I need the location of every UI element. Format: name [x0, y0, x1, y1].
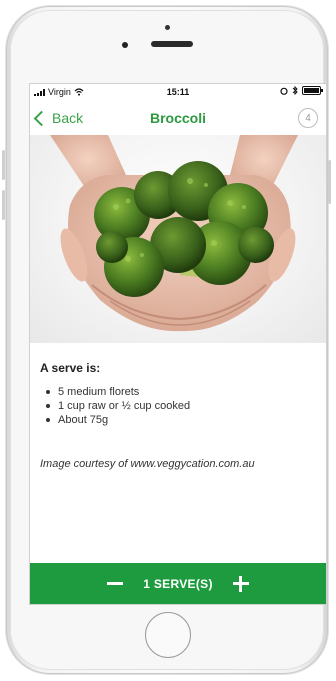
volume-button	[2, 150, 5, 180]
serve-count-label: 1 SERVE(S)	[143, 576, 213, 591]
front-camera	[122, 42, 128, 48]
navigation-bar: Back Broccoli 4	[30, 101, 326, 136]
serve-heading: A serve is:	[40, 361, 101, 375]
count-badge[interactable]: 4	[298, 108, 318, 128]
broccoli-in-hands-image	[50, 135, 298, 332]
volume-button	[2, 190, 5, 220]
status-right	[280, 86, 323, 95]
power-button	[328, 160, 331, 204]
battery-icon	[302, 86, 323, 95]
broccoli-photo	[30, 135, 326, 343]
status-bar: Virgin 15:11	[30, 84, 326, 101]
page-title: Broccoli	[149, 110, 206, 126]
serve-list: 5 medium florets 1 cup raw or ½ cup cook…	[40, 385, 190, 427]
alarm-icon	[280, 87, 288, 95]
serve-details: A serve is: 5 medium florets 1 cup raw o…	[30, 343, 326, 563]
app-screen: Virgin 15:11 Back Broccoli 4 A serve is:…	[30, 84, 326, 604]
earpiece-speaker	[151, 41, 193, 47]
list-item: 1 cup raw or ½ cup cooked	[40, 399, 190, 413]
minus-icon[interactable]	[107, 582, 124, 585]
list-item: 5 medium florets	[40, 385, 190, 399]
home-button[interactable]	[145, 612, 191, 658]
image-credit: Image courtesy of www.veggycation.com.au	[40, 458, 255, 470]
proximity-sensor	[165, 25, 170, 30]
bluetooth-icon	[292, 86, 298, 95]
plus-icon[interactable]	[232, 575, 249, 592]
list-item: About 75g	[40, 413, 190, 427]
serving-control-bar: 1 SERVE(S)	[30, 563, 326, 604]
